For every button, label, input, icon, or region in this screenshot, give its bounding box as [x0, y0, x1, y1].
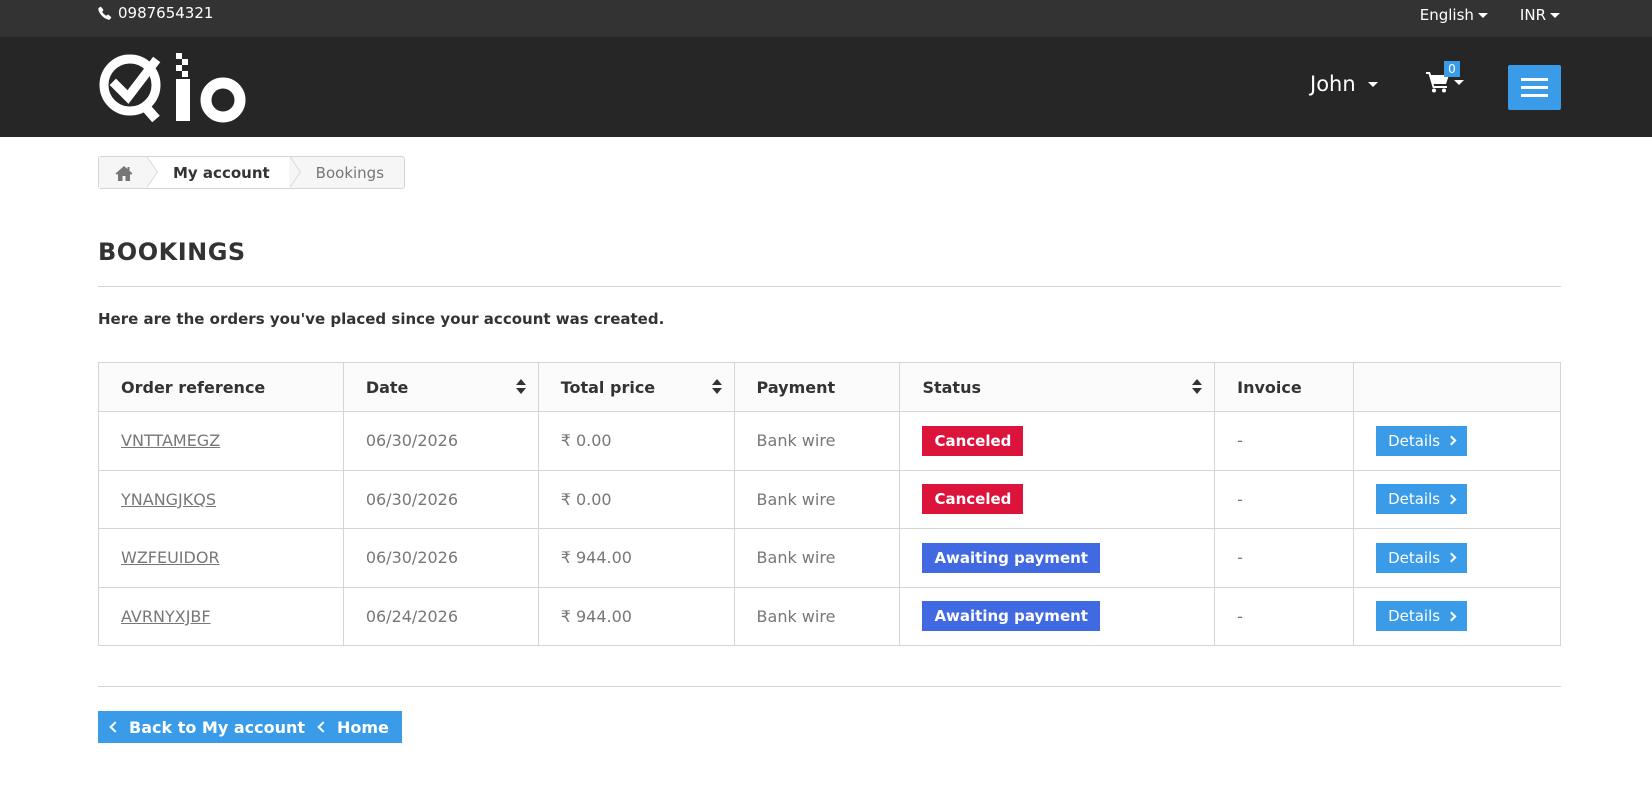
col-invoice: Invoice — [1214, 362, 1355, 412]
user-menu[interactable]: John — [1310, 72, 1378, 96]
cell-status: Canceled — [899, 411, 1216, 471]
main-header: John 0 — [0, 37, 1652, 137]
status-badge: Awaiting payment — [922, 601, 1100, 632]
chevron-down-icon — [1367, 81, 1378, 87]
intro-text: Here are the orders you've placed since … — [98, 310, 665, 328]
language-dropdown[interactable]: English — [1420, 6, 1488, 24]
phone-contact: 0987654321 — [98, 4, 213, 22]
qlo-logo[interactable] — [98, 49, 250, 125]
chevron-right-icon — [1446, 611, 1457, 622]
sort-icon[interactable] — [515, 379, 526, 395]
bookings-table: Order reference Date Total price Payment… — [98, 362, 1561, 646]
table-row: YNANGJKQS 06/30/2026 ₹ 0.00 Bank wire Ca… — [98, 469, 1561, 529]
top-bar: 0987654321 English INR — [0, 0, 1652, 37]
table-row: VNTTAMEGZ 06/30/2026 ₹ 0.00 Bank wire Ca… — [98, 411, 1561, 471]
home-icon — [115, 165, 133, 181]
currency-dropdown[interactable]: INR — [1520, 6, 1560, 24]
cell-order-reference: YNANGJKQS — [98, 469, 344, 529]
col-status[interactable]: Status — [899, 362, 1216, 412]
cell-actions: Details — [1353, 586, 1561, 646]
phone-icon — [98, 6, 112, 20]
chevron-right-icon — [1446, 552, 1457, 563]
breadcrumb: My account Bookings — [98, 156, 406, 189]
chevron-right-icon — [1446, 494, 1457, 505]
cell-payment: Bank wire — [733, 469, 901, 529]
page-title: BOOKINGS — [98, 238, 246, 266]
hamburger-menu-button[interactable] — [1508, 65, 1561, 110]
sort-icon[interactable] — [711, 379, 722, 395]
menu-icon-bar — [1521, 78, 1548, 81]
cell-date: 06/30/2026 — [342, 528, 539, 588]
status-badge: Canceled — [922, 484, 1024, 515]
cell-invoice: - — [1214, 469, 1355, 529]
language-label: English — [1419, 6, 1474, 24]
order-reference-link[interactable]: VNTTAMEGZ — [121, 431, 220, 450]
status-badge: Awaiting payment — [922, 542, 1100, 573]
order-reference-link[interactable]: WZFEUIDOR — [121, 548, 220, 567]
cell-date: 06/24/2026 — [342, 586, 539, 646]
divider — [98, 686, 1561, 687]
breadcrumb-current: Bookings — [288, 156, 404, 188]
cell-payment: Bank wire — [733, 528, 901, 588]
order-reference-link[interactable]: AVRNYXJBF — [121, 607, 211, 626]
currency-label: INR — [1519, 6, 1546, 24]
details-button[interactable]: Details — [1376, 542, 1468, 573]
cell-order-reference: VNTTAMEGZ — [98, 411, 344, 471]
cart-button[interactable]: 0 — [1426, 61, 1464, 93]
back-to-my-account-button[interactable]: Back to My account — [98, 711, 319, 743]
col-payment: Payment — [733, 362, 901, 412]
col-order-reference: Order reference — [98, 362, 344, 412]
cell-order-reference: WZFEUIDOR — [98, 528, 344, 588]
cell-status: Awaiting payment — [899, 586, 1216, 646]
cell-actions: Details — [1353, 469, 1561, 529]
chevron-left-icon — [109, 721, 121, 733]
menu-icon-bar — [1521, 86, 1548, 89]
col-actions — [1353, 362, 1561, 412]
cell-invoice: - — [1214, 528, 1355, 588]
cell-total-price: ₹ 0.00 — [537, 469, 735, 529]
details-button[interactable]: Details — [1376, 601, 1468, 632]
breadcrumb-home[interactable] — [99, 157, 147, 188]
cell-invoice: - — [1214, 411, 1355, 471]
chevron-left-icon — [317, 721, 329, 733]
cell-order-reference: AVRNYXJBF — [98, 586, 344, 646]
chevron-right-icon — [1446, 435, 1457, 446]
divider — [98, 286, 1561, 287]
cell-actions: Details — [1353, 528, 1561, 588]
table-header-row: Order reference Date Total price Payment… — [98, 362, 1561, 412]
chevron-down-icon — [1454, 79, 1464, 85]
col-date[interactable]: Date — [342, 362, 539, 412]
chevron-down-icon — [1477, 12, 1488, 18]
col-total-price[interactable]: Total price — [537, 362, 735, 412]
cell-total-price: ₹ 0.00 — [537, 411, 735, 471]
sort-icon[interactable] — [1192, 379, 1203, 395]
breadcrumb-my-account[interactable]: My account — [146, 156, 290, 188]
cell-date: 06/30/2026 — [342, 411, 539, 471]
cell-date: 06/30/2026 — [342, 469, 539, 529]
status-badge: Canceled — [922, 425, 1024, 456]
details-button[interactable]: Details — [1376, 484, 1468, 515]
table-row: WZFEUIDOR 06/30/2026 ₹ 944.00 Bank wire … — [98, 528, 1561, 588]
home-button[interactable]: Home — [306, 711, 402, 743]
cell-actions: Details — [1353, 411, 1561, 471]
cell-payment: Bank wire — [733, 586, 901, 646]
cell-payment: Bank wire — [733, 411, 901, 471]
cart-count-badge: 0 — [1444, 61, 1460, 77]
details-button[interactable]: Details — [1376, 425, 1468, 456]
order-reference-link[interactable]: YNANGJKQS — [121, 490, 216, 509]
user-name: John — [1310, 72, 1356, 96]
table-row: AVRNYXJBF 06/24/2026 ₹ 944.00 Bank wire … — [98, 586, 1561, 646]
cell-total-price: ₹ 944.00 — [537, 528, 735, 588]
chevron-down-icon — [1550, 12, 1560, 18]
cell-status: Awaiting payment — [899, 528, 1216, 588]
cell-total-price: ₹ 944.00 — [537, 586, 735, 646]
cell-status: Canceled — [899, 469, 1216, 529]
menu-icon-bar — [1521, 94, 1548, 97]
cell-invoice: - — [1214, 586, 1355, 646]
phone-number: 0987654321 — [118, 4, 214, 22]
